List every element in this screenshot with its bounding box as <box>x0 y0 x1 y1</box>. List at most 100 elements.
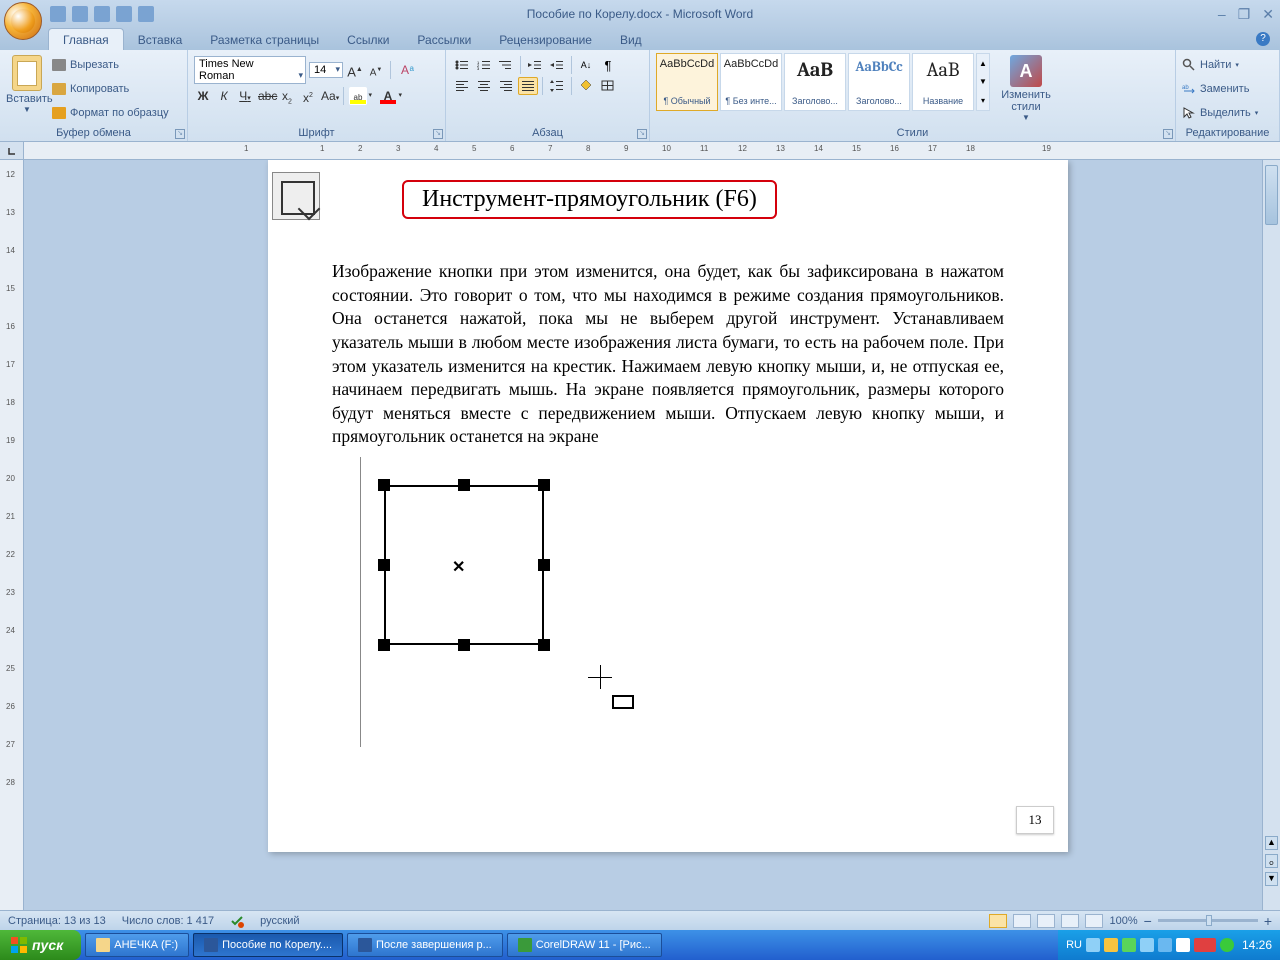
align-right-button[interactable] <box>496 77 516 95</box>
task-word2[interactable]: После завершения р... <box>347 933 503 957</box>
tab-references[interactable]: Ссылки <box>333 29 403 50</box>
tray-icon[interactable] <box>1176 938 1190 952</box>
styles-scroll[interactable]: ▲▼▾ <box>976 53 990 111</box>
tray-icon[interactable] <box>1140 938 1154 952</box>
vertical-scrollbar[interactable]: ▲ ◦ ▼ <box>1262 160 1280 910</box>
office-button[interactable] <box>4 2 42 40</box>
borders-button[interactable] <box>598 77 618 95</box>
bullets-button[interactable] <box>452 56 472 74</box>
close-button[interactable]: ✕ <box>1262 6 1274 23</box>
change-case-button[interactable]: Aa▾ <box>320 87 338 105</box>
redo-icon[interactable] <box>94 6 110 22</box>
change-styles-button[interactable]: Изменить стили▼ <box>998 53 1054 124</box>
save-icon[interactable] <box>50 6 66 22</box>
zoom-level[interactable]: 100% <box>1109 915 1137 927</box>
preview-icon[interactable] <box>138 6 154 22</box>
clear-format-button[interactable]: Aa <box>396 61 414 79</box>
multilevel-button[interactable] <box>496 56 516 74</box>
document-canvas[interactable]: Инструмент-прямоугольник (F6) Изображени… <box>24 160 1280 910</box>
status-words[interactable]: Число слов: 1 417 <box>122 915 214 927</box>
paragraph-dialog-launcher[interactable]: ↘ <box>637 129 647 139</box>
status-lang[interactable]: русский <box>260 915 299 927</box>
strike-button[interactable]: abc <box>257 87 275 105</box>
horizontal-ruler[interactable]: 112345678910111213141516171819 <box>0 142 1280 160</box>
next-page-button[interactable]: ▼ <box>1265 872 1278 886</box>
copy-button[interactable]: Копировать <box>52 83 169 95</box>
zoom-in-button[interactable]: + <box>1264 913 1272 929</box>
tray-icon[interactable] <box>1220 938 1234 952</box>
tab-home[interactable]: Главная <box>48 28 124 50</box>
cut-button[interactable]: Вырезать <box>52 59 169 71</box>
font-color-button[interactable]: A▾ <box>379 87 397 105</box>
view-draft-button[interactable] <box>1085 914 1103 928</box>
sort-button[interactable]: А↓ <box>576 56 596 74</box>
grow-font-button[interactable]: A▲ <box>346 61 364 79</box>
task-word[interactable]: Пособие по Корелу.... <box>193 933 343 957</box>
view-weblayout-button[interactable] <box>1037 914 1055 928</box>
tab-selector[interactable] <box>0 142 24 159</box>
browse-object-button[interactable]: ◦ <box>1265 854 1278 868</box>
zoom-out-button[interactable]: − <box>1144 913 1152 929</box>
italic-button[interactable]: К <box>215 87 233 105</box>
replace-button[interactable]: abЗаменить <box>1182 82 1273 96</box>
view-printlayout-button[interactable] <box>989 914 1007 928</box>
clipboard-dialog-launcher[interactable]: ↘ <box>175 129 185 139</box>
numbering-button[interactable]: 123 <box>474 56 494 74</box>
font-dialog-launcher[interactable]: ↘ <box>433 129 443 139</box>
underline-button[interactable]: Ч▾ <box>236 87 254 105</box>
tray-lang[interactable]: RU <box>1066 939 1082 951</box>
align-justify-button[interactable] <box>518 77 538 95</box>
line-spacing-button[interactable] <box>547 77 567 95</box>
style-heading2[interactable]: AaBbCcЗаголово... <box>848 53 910 111</box>
style-normal[interactable]: AaBbCcDd¶ Обычный <box>656 53 718 111</box>
format-painter-button[interactable]: Формат по образцу <box>52 107 169 119</box>
increase-indent-button[interactable] <box>547 56 567 74</box>
task-corel[interactable]: CorelDRAW 11 - [Рис... <box>507 933 662 957</box>
font-size-combo[interactable]: 14 <box>309 62 343 78</box>
undo-icon[interactable] <box>72 6 88 22</box>
help-icon[interactable]: ? <box>1256 32 1270 46</box>
align-left-button[interactable] <box>452 77 472 95</box>
find-button[interactable]: Найти▾ <box>1182 58 1273 72</box>
restore-button[interactable]: ❐ <box>1238 6 1251 23</box>
view-outline-button[interactable] <box>1061 914 1079 928</box>
show-marks-button[interactable]: ¶ <box>598 56 618 74</box>
style-title[interactable]: AaBНазвание <box>912 53 974 111</box>
tab-insert[interactable]: Вставка <box>124 29 197 50</box>
tray-icon[interactable] <box>1122 938 1136 952</box>
shading-button[interactable] <box>576 77 596 95</box>
start-button[interactable]: пуск <box>0 930 81 960</box>
tray-icon[interactable] <box>1086 938 1100 952</box>
align-center-button[interactable] <box>474 77 494 95</box>
tab-mailings[interactable]: Рассылки <box>403 29 485 50</box>
tray-icon[interactable] <box>1194 938 1216 952</box>
subscript-button[interactable]: x2 <box>278 87 296 105</box>
scroll-thumb[interactable] <box>1265 165 1278 225</box>
bold-button[interactable]: Ж <box>194 87 212 105</box>
tab-review[interactable]: Рецензирование <box>485 29 606 50</box>
font-name-combo[interactable]: Times New Roman <box>194 56 306 84</box>
tray-icon[interactable] <box>1158 938 1172 952</box>
tray-icon[interactable] <box>1104 938 1118 952</box>
tab-pagelayout[interactable]: Разметка страницы <box>196 29 333 50</box>
status-proof[interactable] <box>230 914 244 928</box>
decrease-indent-button[interactable] <box>525 56 545 74</box>
select-button[interactable]: Выделить▾ <box>1182 106 1273 120</box>
vertical-ruler[interactable]: 1213141516171819202122232425262728 <box>0 160 24 910</box>
zoom-slider[interactable] <box>1158 919 1258 922</box>
status-page[interactable]: Страница: 13 из 13 <box>8 915 106 927</box>
view-fullscreen-button[interactable] <box>1013 914 1031 928</box>
shrink-font-button[interactable]: A▼ <box>367 61 385 79</box>
paste-button[interactable]: Вставить ▼ <box>6 53 48 125</box>
style-heading1[interactable]: AaBЗаголово... <box>784 53 846 111</box>
styles-dialog-launcher[interactable]: ↘ <box>1163 129 1173 139</box>
minimize-button[interactable]: – <box>1218 6 1226 23</box>
tab-view[interactable]: Вид <box>606 29 656 50</box>
style-nospacing[interactable]: AaBbCcDd¶ Без инте... <box>720 53 782 111</box>
superscript-button[interactable]: x2 <box>299 87 317 105</box>
task-explorer[interactable]: АНЕЧКА (F:) <box>85 933 189 957</box>
prev-page-button[interactable]: ▲ <box>1265 836 1278 850</box>
tray-clock[interactable]: 14:26 <box>1242 938 1272 952</box>
highlight-button[interactable]: ab▾ <box>349 87 367 105</box>
quickprint-icon[interactable] <box>116 6 132 22</box>
